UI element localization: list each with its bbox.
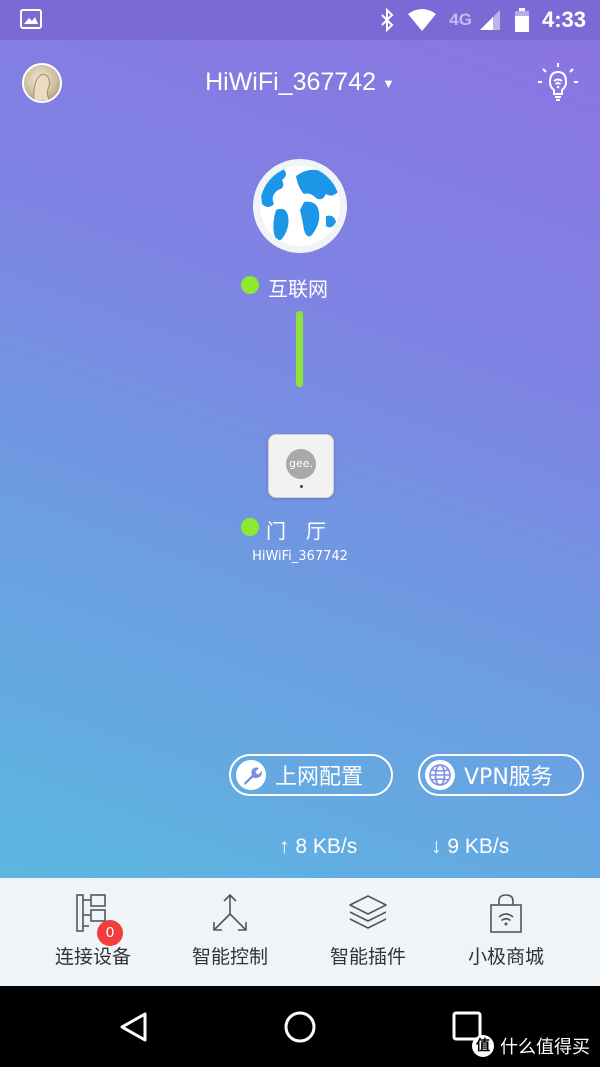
- watermark-text: 什么值得买: [500, 1037, 590, 1058]
- router-status-dot: [241, 518, 259, 536]
- shopping-bag-icon: [490, 894, 522, 933]
- router-led: [300, 485, 303, 488]
- status-bar: 4G 4:33: [0, 0, 600, 40]
- vpn-service-button[interactable]: VPN服务: [418, 754, 584, 796]
- back-icon[interactable]: [116, 1010, 150, 1044]
- wrench-icon: [236, 760, 266, 790]
- upload-speed: ↑ 8 KB/s: [279, 835, 357, 859]
- network-config-label: 上网配置: [275, 765, 364, 790]
- internet-globe-icon[interactable]: [252, 158, 348, 254]
- lightbulb-icon[interactable]: [535, 60, 581, 106]
- device-count-badge: 0: [97, 920, 123, 946]
- main-panel: HiWiFi_367742 ▼ 互联网 gee. 门 厅 HiWiFi_3677…: [0, 40, 600, 878]
- network-type-label: 4G: [449, 10, 472, 29]
- bottom-tab-bar: 连接设备 智能控制 智能插件 小极商城: [0, 878, 600, 986]
- ssid-title-text: HiWiFi_367742: [205, 68, 377, 96]
- router-logo: gee.: [286, 449, 316, 479]
- tab-label: 智能插件: [329, 946, 406, 968]
- tab-store[interactable]: 小极商城: [446, 892, 566, 972]
- share-arrows-icon: [213, 893, 247, 931]
- gallery-notification-icon: [20, 9, 42, 29]
- wifi-icon: [408, 9, 437, 31]
- router-name-label: 门 厅: [266, 519, 326, 543]
- bluetooth-icon: [381, 8, 394, 32]
- clock: 4:33: [541, 7, 586, 32]
- internet-status-dot: [241, 276, 259, 294]
- tab-smart-control[interactable]: 智能控制: [170, 892, 290, 972]
- router-device[interactable]: gee.: [268, 434, 334, 498]
- connection-line: [296, 311, 303, 387]
- tab-label: 连接设备: [54, 946, 131, 968]
- tab-smart-plugins[interactable]: 智能插件: [308, 892, 428, 972]
- tab-label: 智能控制: [191, 946, 268, 968]
- download-speed: ↓ 9 KB/s: [431, 835, 509, 859]
- layers-icon: [349, 895, 387, 929]
- network-config-button[interactable]: 上网配置: [229, 754, 393, 796]
- ssid-selector[interactable]: HiWiFi_367742 ▼: [0, 68, 600, 97]
- download-arrow-icon: ↓: [431, 835, 442, 858]
- battery-icon: [514, 8, 529, 32]
- tab-label: 小极商城: [467, 946, 544, 968]
- watermark: 值 什么值得买: [472, 1033, 590, 1059]
- upload-speed-value: 8 KB/s: [295, 835, 358, 858]
- upload-arrow-icon: ↑: [279, 835, 290, 858]
- chevron-down-icon: ▼: [382, 75, 395, 91]
- signal-icon: [479, 10, 500, 30]
- tab-connected-devices[interactable]: 连接设备: [33, 892, 153, 972]
- download-speed-value: 9 KB/s: [447, 835, 510, 858]
- internet-label: 互联网: [268, 277, 328, 301]
- globe-icon: [425, 760, 455, 790]
- vpn-service-label: VPN服务: [464, 765, 553, 790]
- router-ssid-label: HiWiFi_367742: [252, 549, 348, 564]
- watermark-logo-icon: 值: [472, 1035, 494, 1057]
- home-icon[interactable]: [283, 1010, 317, 1044]
